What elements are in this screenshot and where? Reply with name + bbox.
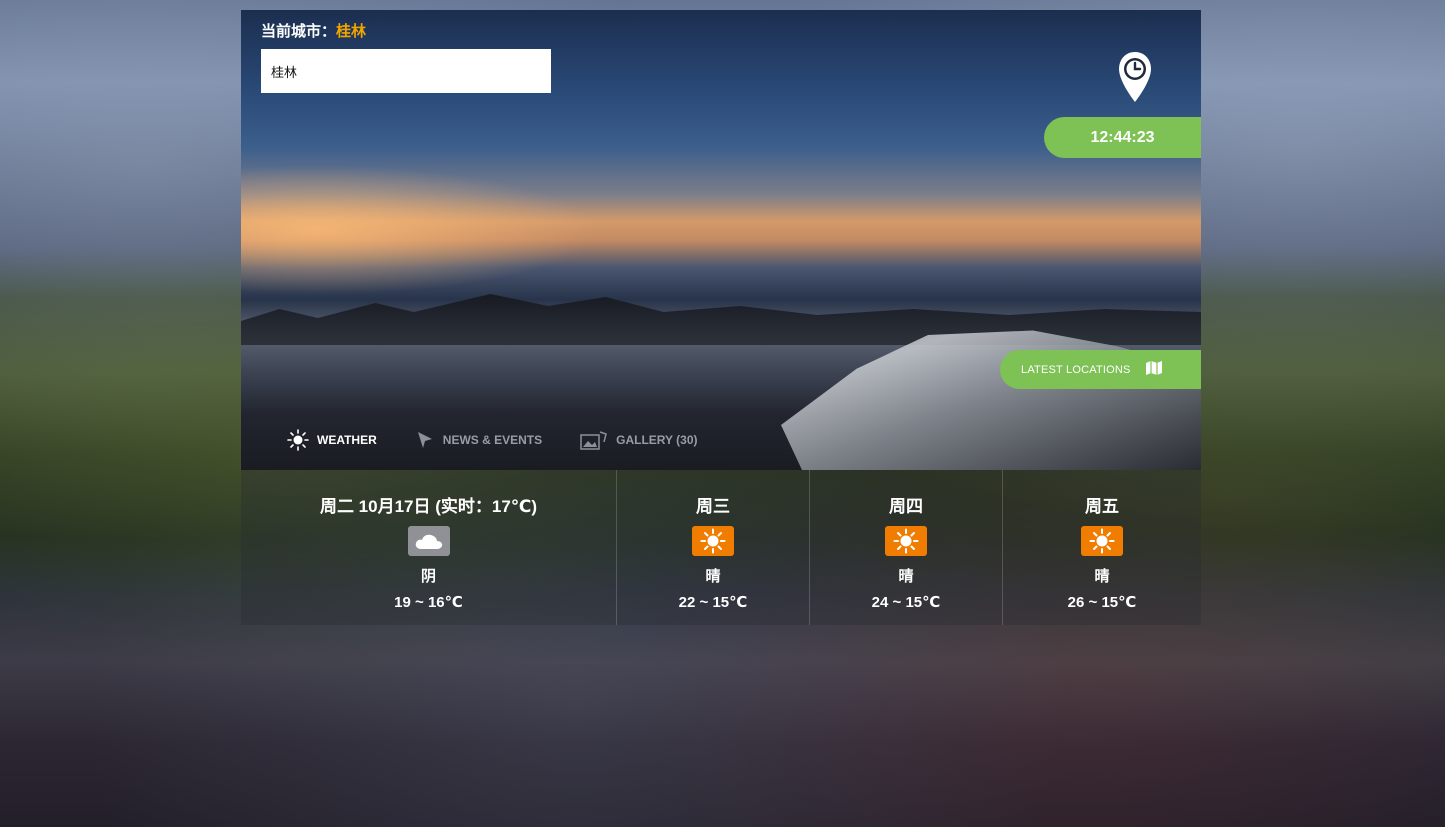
tab-gallery-label: GALLERY (30)	[616, 433, 698, 447]
forecast-day: 周四 晴 24 ~ 15℃	[809, 470, 1002, 625]
forecast-temperature: 19 ~ 16℃	[394, 594, 463, 611]
forecast-condition: 晴	[705, 568, 721, 585]
tab-weather-label: WEATHER	[317, 433, 377, 447]
latest-locations-label: LATEST LOCATIONS	[1021, 363, 1131, 376]
section-tabs: WEATHER NEWS & EVENTS GALLERY (30)	[287, 429, 736, 451]
latest-locations-button[interactable]: LATEST LOCATIONS	[1000, 350, 1201, 389]
tab-gallery[interactable]: GALLERY (30)	[580, 430, 698, 450]
current-city-name: 桂林	[336, 23, 367, 40]
current-time: 12:44:23	[1044, 117, 1201, 158]
forecast-day: 周二 10月17日 (实时：17℃) 阴 19 ~ 16℃	[241, 470, 616, 625]
forecast-condition: 晴	[898, 568, 914, 585]
cursor-icon	[415, 430, 435, 450]
sunset-glow	[241, 160, 621, 300]
map-icon	[1145, 361, 1163, 378]
tab-news-events-label: NEWS & EVENTS	[442, 433, 543, 447]
forecast-temperature: 26 ~ 15℃	[1067, 594, 1137, 611]
sun-icon	[287, 429, 309, 451]
sun-icon	[1081, 526, 1123, 556]
forecast-temperature: 22 ~ 15℃	[678, 594, 748, 611]
tab-weather[interactable]: WEATHER	[287, 429, 377, 451]
forecast-day-name: 周二 10月17日 (实时：17℃)	[319, 497, 538, 516]
forecast-condition: 晴	[1094, 568, 1110, 585]
forecast-day-name: 周五	[1085, 497, 1119, 516]
sun-icon	[692, 526, 734, 556]
forecast-day-name: 周三	[696, 497, 730, 516]
current-city-prefix: 当前城市：	[261, 23, 337, 40]
gallery-icon	[580, 430, 608, 450]
cloud-icon	[407, 526, 450, 556]
city-search-input[interactable]	[261, 49, 551, 93]
forecast-day: 周三 晴 22 ~ 15℃	[616, 470, 809, 625]
hero-card: 当前城市：桂林 12:44:23 LATEST LOCATIONS	[241, 10, 1201, 470]
forecast-temperature: 24 ~ 15℃	[871, 594, 941, 611]
current-city-label: 当前城市：桂林	[261, 20, 366, 41]
forecast-day-name: 周四	[889, 497, 923, 516]
clock-pin-icon[interactable]	[1117, 50, 1153, 111]
weather-forecast: 周二 10月17日 (实时：17℃) 阴 19 ~ 16℃ 周三 晴 22 ~ …	[241, 470, 1201, 625]
forecast-day: 周五 晴 26 ~ 15℃	[1002, 470, 1201, 625]
forecast-condition: 阴	[420, 568, 436, 585]
sun-icon	[885, 526, 927, 556]
tab-news-events[interactable]: NEWS & EVENTS	[415, 430, 542, 450]
